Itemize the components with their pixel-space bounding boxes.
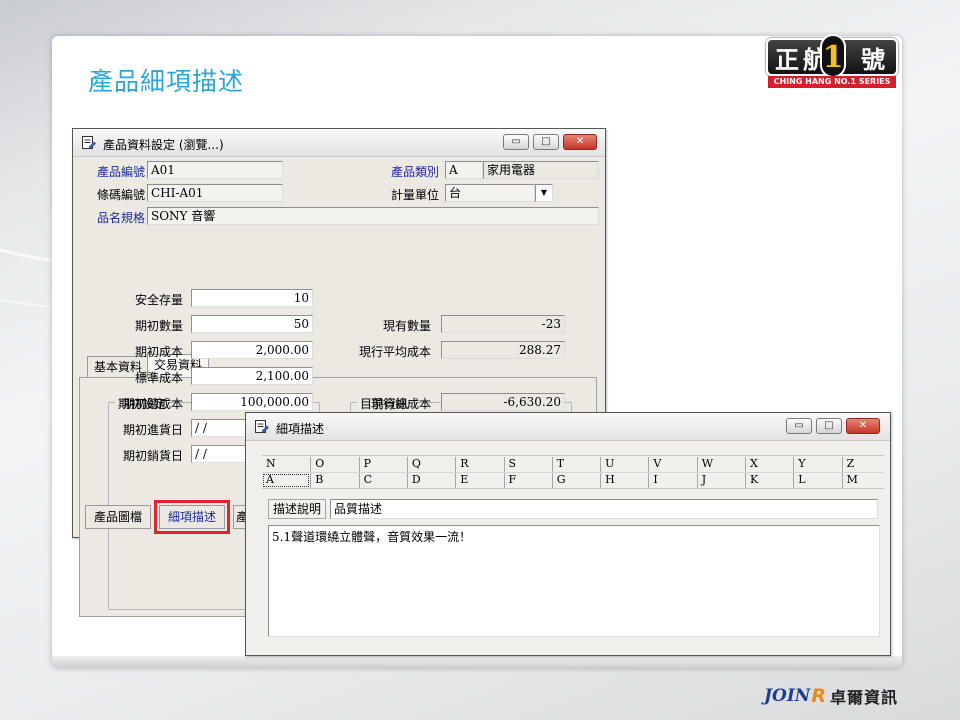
product-no-label: 產品編號 xyxy=(97,165,146,179)
document-edit-icon xyxy=(82,136,96,149)
alphabet-letter-i[interactable]: I xyxy=(648,473,696,488)
close-button[interactable]: ✕ xyxy=(563,134,597,150)
opening-purchase-date-field[interactable]: / / xyxy=(191,419,251,437)
alphabet-letter-k[interactable]: K xyxy=(745,473,793,488)
detail-description-window: 細項描述 ▭ □ ✕ NOPQRSTUVWXYZ ABCDEFGHIJKLM 描… xyxy=(245,412,891,656)
alphabet-letter-e[interactable]: E xyxy=(455,473,503,488)
product-window-titlebar[interactable]: 產品資料設定 (瀏覽...) ▭ □ ✕ xyxy=(73,129,605,157)
detail-content-textarea[interactable]: 5.1聲道環繞立體聲，音質效果一流！ xyxy=(268,525,880,637)
company-name: 卓爾資訊 xyxy=(829,688,898,707)
unit-select[interactable]: 台 xyxy=(445,184,535,202)
opening-cost-field[interactable]: 2,000.00 xyxy=(191,341,313,359)
opening-total-cost-field[interactable]: 100,000.00 xyxy=(191,393,313,411)
alphabet-letter-m[interactable]: M xyxy=(841,473,890,488)
opening-sales-date-label: 期初銷貨日 xyxy=(123,449,184,463)
company-logo: JOIN R 卓爾資訊 xyxy=(764,684,898,708)
slide-card-footer xyxy=(52,656,902,668)
close-button[interactable]: ✕ xyxy=(846,418,880,434)
safety-stock-field[interactable]: 10 xyxy=(191,289,313,307)
alphabet-letter-t[interactable]: T xyxy=(551,457,600,472)
description-field[interactable]: 品質描述 xyxy=(330,499,878,519)
alphabet-index: NOPQRSTUVWXYZ ABCDEFGHIJKLM xyxy=(262,455,884,489)
detail-window-title: 細項描述 xyxy=(276,422,325,436)
alphabet-letter-o[interactable]: O xyxy=(310,457,358,472)
alphabet-letter-x[interactable]: X xyxy=(745,457,793,472)
current-avg-cost-label: 現行平均成本 xyxy=(359,345,432,359)
company-logo-r: R xyxy=(811,685,826,707)
maximize-button[interactable]: □ xyxy=(533,134,559,150)
alphabet-letter-p[interactable]: P xyxy=(358,457,407,472)
alphabet-letter-u[interactable]: U xyxy=(600,457,648,472)
product-no-field[interactable]: A01 xyxy=(147,161,283,179)
alphabet-letter-g[interactable]: G xyxy=(551,473,600,488)
opening-total-cost-label: 期初總成本 xyxy=(123,397,184,411)
unit-label: 計量單位 xyxy=(391,188,440,202)
alphabet-letter-s[interactable]: S xyxy=(503,457,552,472)
barcode-label: 條碼編號 xyxy=(97,188,146,202)
opening-qty-field[interactable]: 50 xyxy=(191,315,313,333)
safety-stock-label: 安全存量 xyxy=(135,293,184,307)
tab-product-image[interactable]: 產品圖檔 xyxy=(85,505,152,529)
standard-cost-label: 標準成本 xyxy=(135,371,184,385)
unit-dropdown-button[interactable]: ▼ xyxy=(535,184,553,202)
minimize-button[interactable]: ▭ xyxy=(503,134,529,150)
alphabet-letter-z[interactable]: Z xyxy=(841,457,890,472)
description-label: 描述說明 xyxy=(268,499,327,519)
name-spec-label: 品名規格 xyxy=(97,211,146,225)
opening-purchase-date-label: 期初進貨日 xyxy=(123,423,184,437)
alphabet-letter-j[interactable]: J xyxy=(696,473,745,488)
alphabet-letter-q[interactable]: Q xyxy=(406,457,455,472)
company-logo-join: JOIN xyxy=(764,686,811,706)
alphabet-letter-h[interactable]: H xyxy=(600,473,648,488)
alphabet-letter-w[interactable]: W xyxy=(696,457,745,472)
standard-cost-field[interactable]: 2,100.00 xyxy=(191,367,313,385)
alphabet-letter-n[interactable]: N xyxy=(262,457,310,472)
maximize-button[interactable]: □ xyxy=(816,418,842,434)
document-edit-icon xyxy=(255,420,269,433)
category-code-field[interactable]: A xyxy=(445,161,483,179)
alphabet-letter-d[interactable]: D xyxy=(406,473,455,488)
category-name-field: 家用電器 xyxy=(483,161,599,179)
alphabet-letter-l[interactable]: L xyxy=(793,473,841,488)
category-label: 產品類別 xyxy=(391,165,440,179)
current-qty-label: 現有數量 xyxy=(383,319,432,333)
alphabet-letter-c[interactable]: C xyxy=(358,473,407,488)
product-window-title: 產品資料設定 (瀏覽...) xyxy=(103,138,224,152)
detail-window-titlebar[interactable]: 細項描述 ▭ □ ✕ xyxy=(246,413,890,441)
alphabet-letter-a[interactable]: A xyxy=(262,473,310,488)
barcode-field[interactable]: CHI-A01 xyxy=(147,184,283,202)
brand-logo-number: 1 xyxy=(820,34,846,78)
alphabet-letter-r[interactable]: R xyxy=(455,457,503,472)
current-avg-cost-field: 288.27 xyxy=(441,341,565,359)
current-total-cost-label: 現行總成本 xyxy=(371,397,432,411)
current-total-cost-field: -6,630.20 xyxy=(441,393,565,411)
alphabet-letter-b[interactable]: B xyxy=(310,473,358,488)
alphabet-row-2: ABCDEFGHIJKLM xyxy=(262,473,884,489)
slide-title: 產品細項描述 xyxy=(88,67,245,96)
minimize-button[interactable]: ▭ xyxy=(786,418,812,434)
brand-logo: 正航號 1 CHING HANG NO.1 SERIES xyxy=(766,34,898,88)
alphabet-letter-y[interactable]: Y xyxy=(793,457,841,472)
opening-sales-date-field[interactable]: / / xyxy=(191,445,251,463)
alphabet-row-1: NOPQRSTUVWXYZ xyxy=(262,457,884,473)
alphabet-letter-f[interactable]: F xyxy=(503,473,552,488)
opening-cost-label: 期初成本 xyxy=(135,345,184,359)
current-qty-field: -23 xyxy=(441,315,565,333)
brand-logo-subtitle: CHING HANG NO.1 SERIES xyxy=(768,76,896,88)
alphabet-letter-v[interactable]: V xyxy=(648,457,696,472)
highlight-box xyxy=(154,500,230,534)
opening-qty-label: 期初數量 xyxy=(135,319,184,333)
name-spec-field[interactable]: SONY 音響 xyxy=(147,207,599,225)
